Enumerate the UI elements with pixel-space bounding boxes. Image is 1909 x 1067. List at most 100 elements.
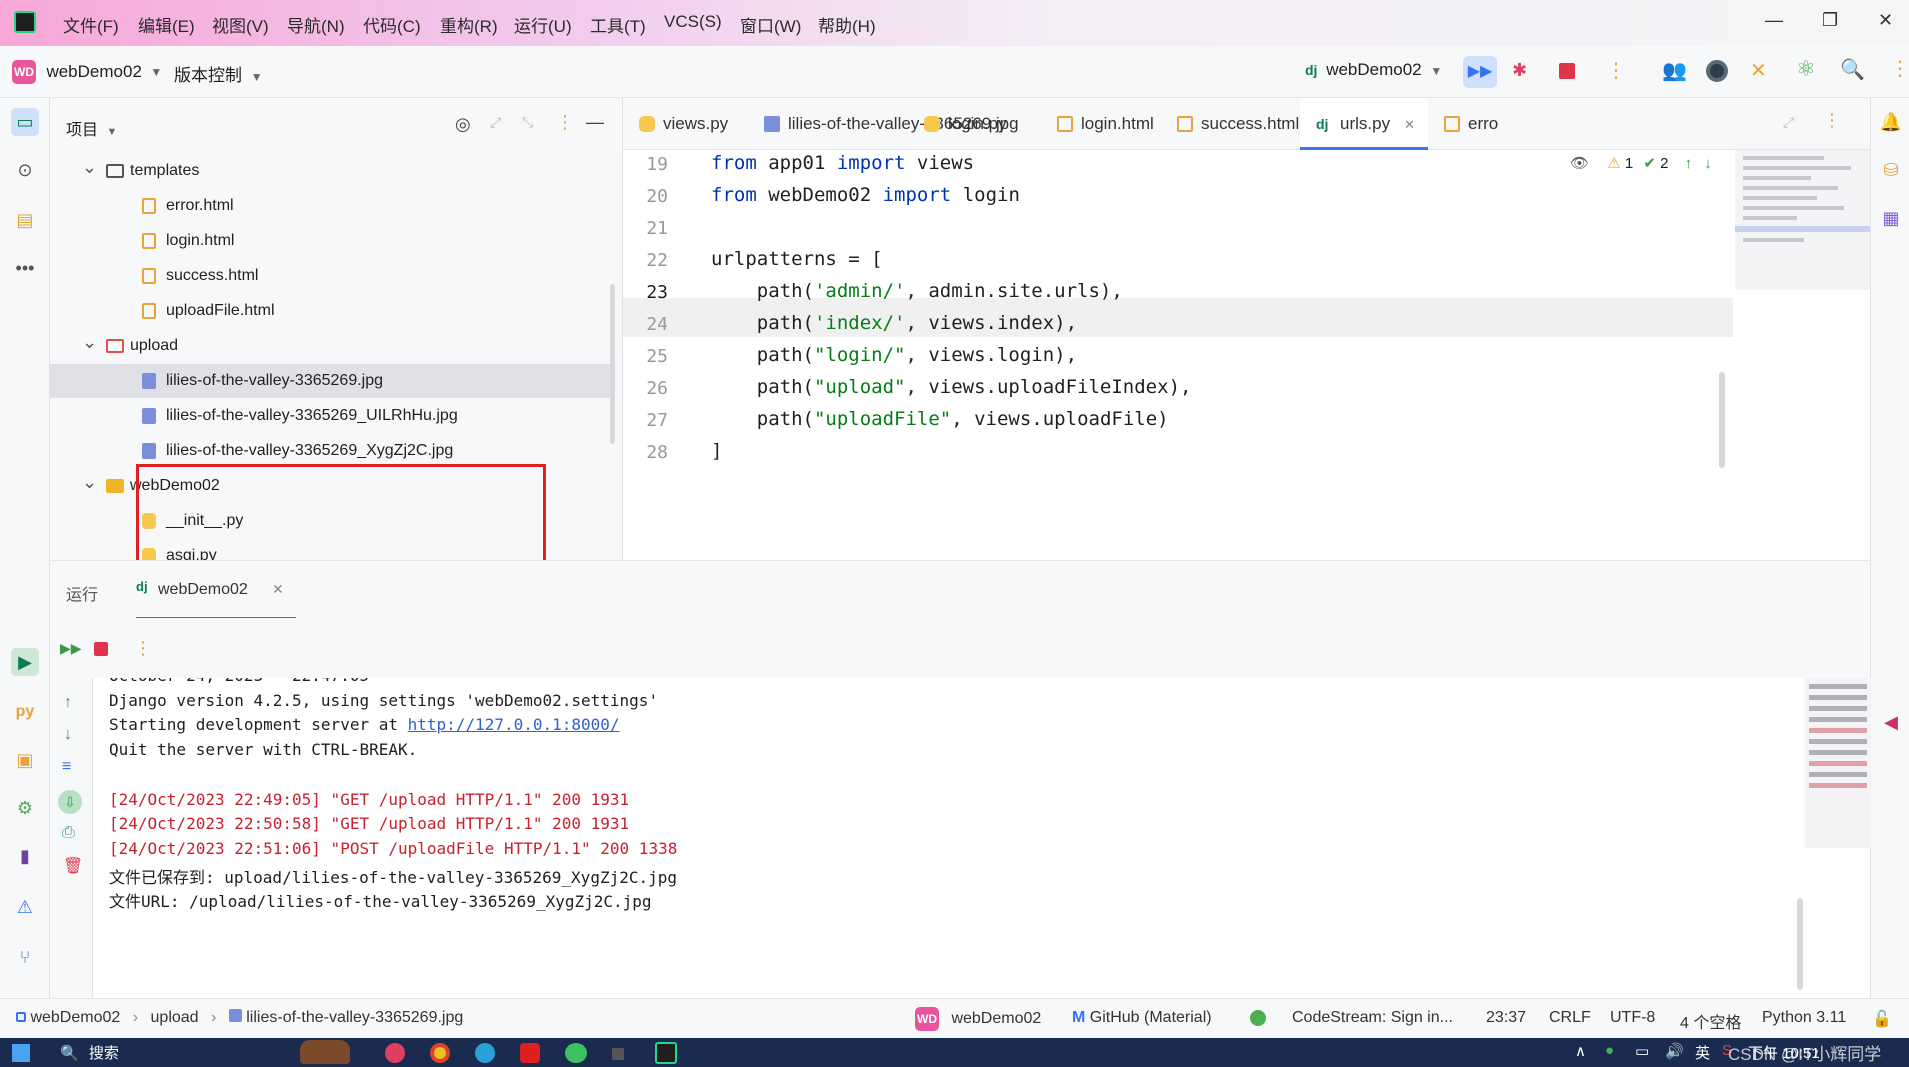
project-panel-header[interactable]: 项目 ▼ [66,116,117,140]
tree-scrollbar[interactable] [610,284,615,444]
run-tool-icon[interactable]: ▶ [11,648,39,676]
services-icon[interactable]: ⚙ [11,794,39,822]
editor-tab[interactable]: views.py [623,98,748,150]
volume-icon[interactable]: 🔊 [1665,1042,1684,1060]
tree-item[interactable]: uploadFile.html [50,294,610,328]
editor-tab[interactable]: success.html [1161,98,1300,150]
console-minimap[interactable] [1805,678,1871,848]
tree-item[interactable]: error.html [50,189,610,223]
tree-item[interactable]: lilies-of-the-valley-3365269_UILRhHu.jpg [50,399,610,433]
chevron-down-icon[interactable]: ⌄ [82,465,97,499]
editor-tab[interactable]: login.py [908,98,1041,150]
horse-widget-icon[interactable] [300,1040,350,1064]
menu-item[interactable]: 代码(C) [363,12,421,37]
code-line[interactable]: ] [711,440,722,462]
project-tool-icon[interactable]: ▭ [11,108,39,136]
tab-options-icon[interactable]: ⋮ [1823,110,1841,131]
next-highlight-icon[interactable]: ↓ [1704,155,1712,172]
collapse-all-icon[interactable]: ⤡ [522,114,533,131]
soft-wrap-icon[interactable]: ≡ [62,758,71,776]
close-icon[interactable]: ✕ [1878,10,1893,31]
codestream-status[interactable]: CodeStream: Sign in... [1292,1009,1453,1027]
lock-icon[interactable]: 🔓 [1872,1009,1892,1029]
breadcrumb[interactable]: webDemo02 › upload › lilies-of-the-valle… [16,1009,463,1027]
editor-tab[interactable]: lilies-of-the-valley-3365269.jpg [748,98,1019,150]
maximize-icon[interactable]: ❐ [1822,10,1838,31]
wechat-icon[interactable] [565,1043,587,1063]
git-icon[interactable]: ⑂ [11,943,39,971]
more-tools-icon[interactable]: ••• [11,254,39,282]
console-scrollbar[interactable] [1797,898,1803,990]
menu-item[interactable]: 窗口(W) [740,12,801,37]
tree-item[interactable]: lilies-of-the-valley-3365269_XygZj2C.jpg [50,434,610,468]
menu-item[interactable]: 文件(F) [63,12,119,37]
scroll-to-end-icon[interactable]: ⇩ [58,790,82,814]
breadcrumb-item[interactable]: lilies-of-the-valley-3365269.jpg [246,1009,463,1026]
project-widget[interactable]: WD webDemo02 ▼ [12,60,162,84]
windows-start-icon[interactable] [12,1044,30,1062]
menu-item[interactable]: 导航(N) [287,12,345,37]
editor-tab[interactable]: login.html [1041,98,1161,150]
line-separator[interactable]: CRLF [1549,1009,1591,1027]
stop-button[interactable] [1559,63,1575,79]
up-arrow-icon[interactable]: ↑ [64,694,72,712]
more-actions-icon[interactable]: ⋮ [1606,58,1626,83]
codestream-status-icon[interactable] [1250,1010,1266,1026]
down-arrow-icon[interactable]: ↓ [64,726,72,744]
search-icon[interactable]: 🔍 [1840,57,1865,82]
notifications-icon[interactable]: 🔔 [1877,108,1905,136]
split-editor-icon[interactable]: ⤢ [1783,114,1794,131]
menu-item[interactable]: 重构(R) [440,12,498,37]
app-icon-1[interactable] [385,1043,405,1063]
menu-item[interactable]: 运行(U) [514,12,572,37]
stop-icon[interactable] [94,642,108,656]
editor-minimap[interactable] [1735,150,1870,290]
options-icon[interactable]: ⋮ [556,112,574,133]
battery-icon[interactable]: ▭ [1635,1042,1649,1060]
hide-panel-icon[interactable]: — [586,112,604,133]
settings-icon[interactable]: ⋮ [1890,56,1909,81]
more-icon[interactable]: ⋮ [134,638,152,659]
project-status[interactable]: WD webDemo02 [915,1007,1041,1031]
code-line[interactable]: urlpatterns = [ [711,248,883,270]
menu-item[interactable]: VCS(S) [664,12,722,32]
chrome-icon[interactable] [430,1043,450,1063]
terminal-icon[interactable]: ▮ [11,842,39,870]
run-tab[interactable]: dj webDemo02 ✕ [136,561,296,619]
ai-assistant-icon[interactable]: ⚛ [1796,56,1816,82]
edge-icon[interactable] [475,1043,495,1063]
expand-all-icon[interactable]: ⤢ [490,114,501,131]
tree-item[interactable]: ⌄ templates [50,154,610,188]
tools-icon[interactable]: ✕ [1750,58,1767,83]
code-line[interactable]: from app01 import views [711,152,974,174]
tree-item[interactable]: lilies-of-the-valley-3365269.jpg [50,364,610,398]
tree-item[interactable]: login.html [50,224,610,258]
chevron-down-icon[interactable]: ⌄ [82,325,97,359]
code-line[interactable]: path("login/", views.login), [711,344,1077,366]
sciview-icon[interactable]: ▦ [1877,204,1905,232]
menu-item[interactable]: 视图(V) [212,12,269,37]
tray-chevron-icon[interactable]: ∧ [1575,1042,1586,1060]
theme-status[interactable]: M GitHub (Material) [1072,1009,1212,1027]
code-line[interactable]: path('index/', views.index), [711,312,1077,334]
commit-tool-icon[interactable]: ⊙ [11,156,39,184]
database-icon[interactable]: ⛁ [1877,156,1905,184]
caret-position[interactable]: 23:37 [1486,1009,1526,1027]
ime-indicator[interactable]: 英 [1695,1042,1710,1063]
menu-item[interactable]: 编辑(E) [138,12,195,37]
code-line[interactable]: path("upload", views.uploadFileIndex), [711,376,1192,398]
tree-item[interactable]: success.html [50,259,610,293]
app-icon-2[interactable] [612,1048,624,1060]
vcs-widget[interactable]: 版本控制 ▼ [174,61,263,86]
run-config-selector[interactable]: dj webDemo02 ▼ [1305,60,1442,80]
breadcrumb-item[interactable]: upload [151,1009,199,1026]
clear-icon[interactable]: 🗑 [63,856,83,876]
youdao-icon[interactable] [520,1043,540,1063]
code-line[interactable]: path('admin/', admin.site.urls), [711,280,1123,302]
tree-item[interactable]: ⌄ upload [50,329,610,363]
code-line[interactable]: path("uploadFile", views.uploadFile) [711,408,1169,430]
server-url-link[interactable]: http://127.0.0.1:8000/ [408,715,620,734]
record-icon[interactable] [1706,60,1728,82]
problems-icon[interactable]: ⚠ [11,893,39,921]
code-with-me-icon[interactable]: 👥 [1662,58,1687,83]
